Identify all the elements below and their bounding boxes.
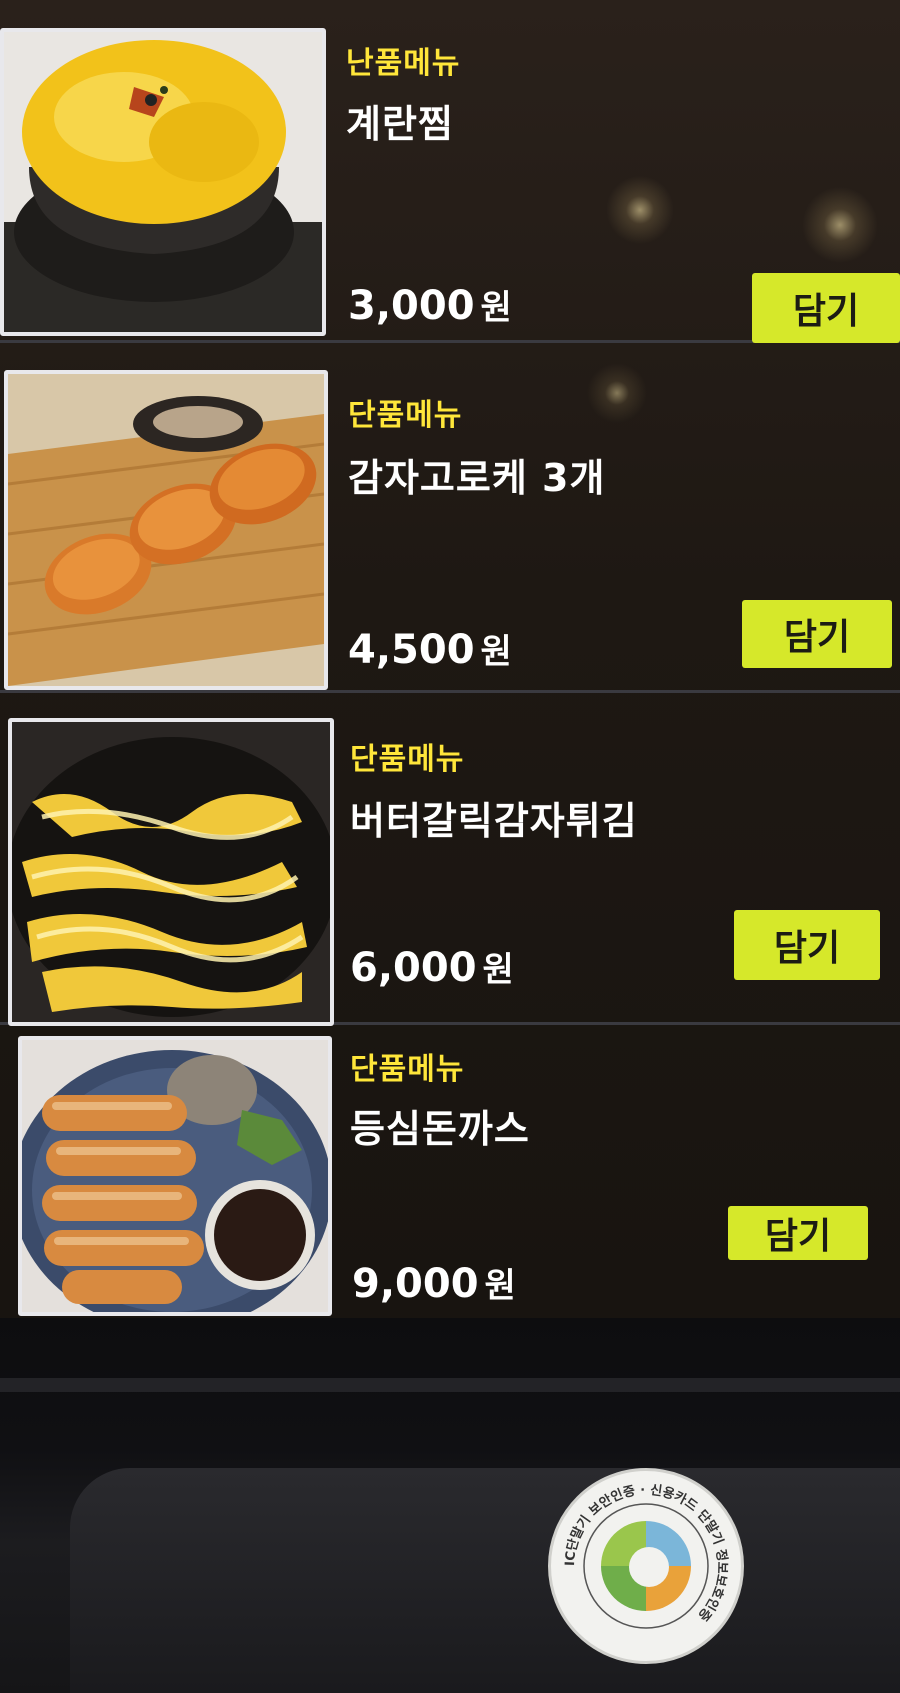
- add-to-cart-button[interactable]: 담기: [752, 273, 900, 343]
- price-value: 6,000: [350, 945, 477, 991]
- price-currency: 원: [482, 950, 514, 990]
- kiosk-screen: 난품메뉴 계란찜 3,000 원 담기 단품메뉴 감자고로케 3개 4,500 원 …: [0, 0, 900, 1318]
- menu-item-category: 난품메뉴: [346, 46, 461, 81]
- menu-item-name: 등심돈까스: [350, 1107, 530, 1151]
- menu-item-price: 6,000 원: [350, 942, 514, 991]
- menu-item[interactable]: 난품메뉴 계란찜 3,000 원 담기: [0, 18, 900, 343]
- menu-item-category: 단품메뉴: [350, 742, 465, 777]
- kiosk-bezel: [0, 1318, 900, 1693]
- price-value: 3,000: [348, 283, 475, 329]
- menu-item[interactable]: 단품메뉴 감자고로케 3개 4,500 원 담기: [0, 362, 900, 693]
- menu-item-price: 3,000 원: [348, 280, 512, 329]
- add-to-cart-button[interactable]: 담기: [742, 600, 892, 668]
- menu-item-price: 9,000 원: [352, 1258, 516, 1307]
- certification-sticker: IC단말기 보안인증 · 신용카드 단말기 정보보호인증: [548, 1468, 744, 1664]
- menu-item-name: 감자고로케 3개: [348, 456, 606, 500]
- menu-item[interactable]: 단품메뉴 버터갈릭감자튀김 6,000 원 담기: [0, 712, 900, 1026]
- menu-item-price: 4,500 원: [348, 624, 512, 673]
- menu-item-photo: [8, 718, 334, 1026]
- menu-item-name: 버터갈릭감자튀김: [350, 799, 638, 843]
- menu-item[interactable]: 단품메뉴 등심돈까스 9,000 원 담기: [0, 1036, 900, 1316]
- price-currency: 원: [484, 1266, 516, 1306]
- add-to-cart-button[interactable]: 담기: [728, 1206, 868, 1260]
- price-value: 9,000: [352, 1261, 479, 1307]
- certification-logo-icon: IC단말기 보안인증 · 신용카드 단말기 정보보호인증: [563, 1483, 730, 1629]
- menu-item-photo: [18, 1036, 332, 1316]
- bezel-ledge: [0, 1378, 900, 1392]
- menu-item-category: 단품메뉴: [350, 1052, 465, 1087]
- menu-item-photo: [0, 28, 326, 336]
- card-reader-housing: [70, 1468, 900, 1693]
- price-currency: 원: [480, 632, 512, 672]
- price-value: 4,500: [348, 627, 475, 673]
- price-currency: 원: [480, 288, 512, 328]
- menu-item-photo: [4, 370, 328, 690]
- add-to-cart-button[interactable]: 담기: [734, 910, 880, 980]
- menu-item-category: 단품메뉴: [348, 398, 463, 433]
- menu-item-name: 계란찜: [346, 102, 454, 146]
